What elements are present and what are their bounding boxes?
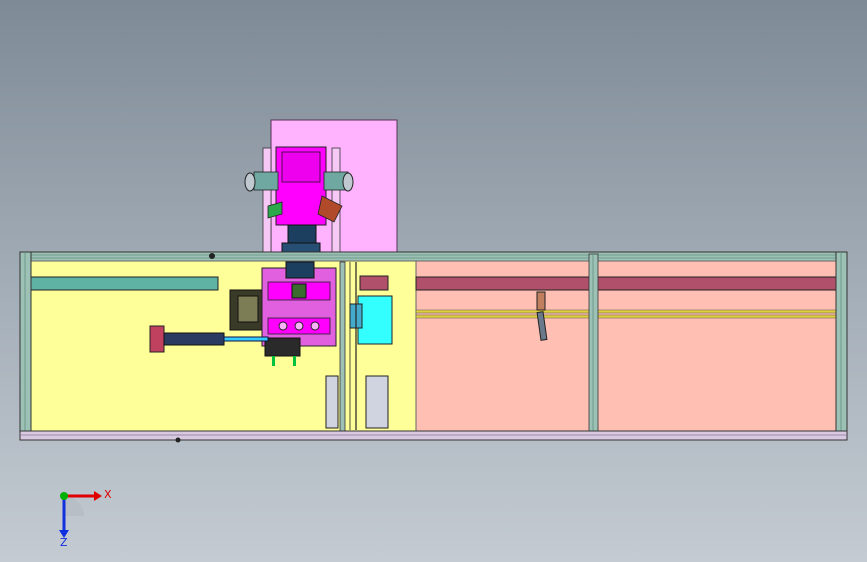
cad-viewport[interactable] (0, 0, 867, 562)
y-axis-dot (60, 492, 68, 500)
frame-left-profile[interactable] (19, 251, 32, 439)
upper-motor-assembly[interactable] (244, 146, 354, 256)
x-axis-label: X (104, 488, 112, 501)
frame-right-profile[interactable] (835, 251, 848, 439)
frame-bottom-profile[interactable] (19, 430, 848, 443)
teal-guide-bar[interactable] (30, 276, 219, 291)
frame-top-profile[interactable] (19, 251, 848, 262)
coordinate-triad: X Z (40, 478, 120, 549)
z-axis-label: Z (60, 536, 68, 548)
